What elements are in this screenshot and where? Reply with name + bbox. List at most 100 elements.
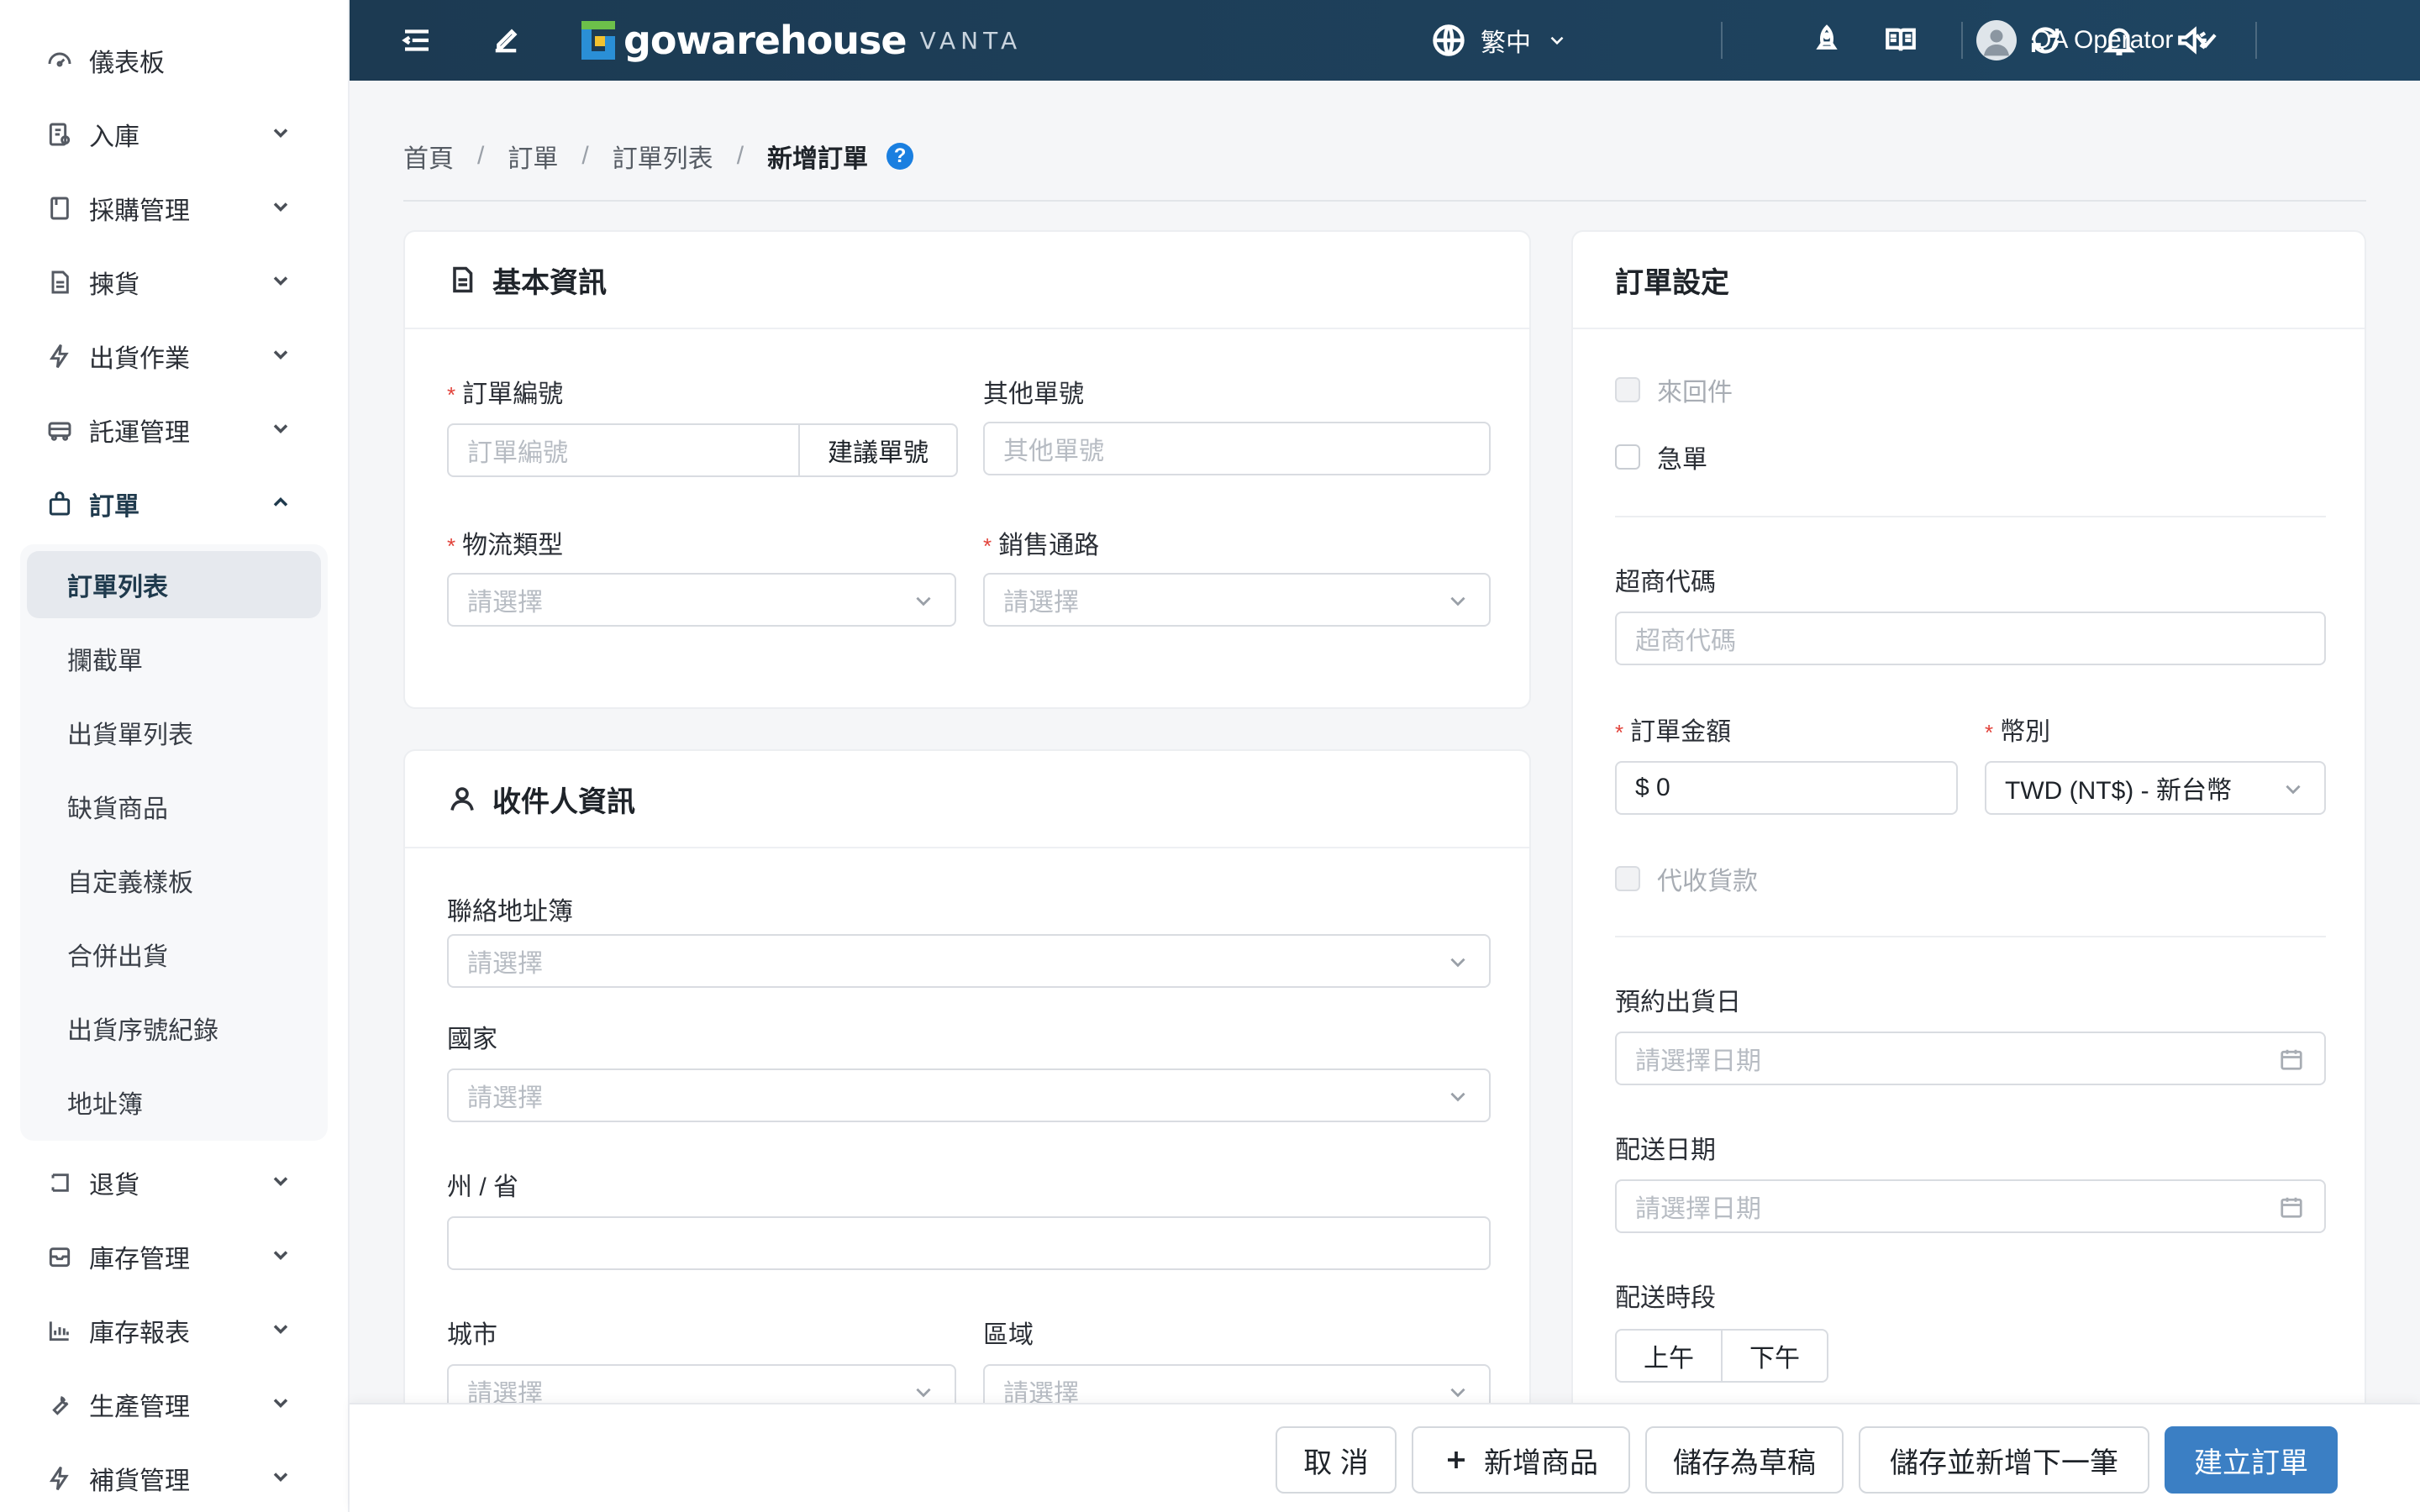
round-trip-checkbox[interactable]: 來回件 <box>1615 371 1733 408</box>
currency-select[interactable]: TWD (NT$) - 新台幣 <box>1985 761 2326 815</box>
sidebar-item-purchase[interactable]: 採購管理 <box>0 171 348 245</box>
chevron-down-icon <box>2282 778 2306 801</box>
save-draft-button[interactable]: 儲存為草稿 <box>1645 1426 1844 1494</box>
submenu-item-shipment-list[interactable]: 出貨單列表 <box>27 699 321 766</box>
chevron-down-icon <box>269 417 294 442</box>
topbar-divider <box>1961 22 1963 59</box>
topbar-divider <box>2255 22 2257 59</box>
store-code-input[interactable]: 超商代碼 <box>1615 612 2326 665</box>
recipient-info-header: 收件人資訊 <box>405 751 1529 848</box>
ship-date-label: 預約出貨日 <box>1615 989 1741 1016</box>
checkbox-box <box>1615 377 1640 402</box>
submenu-item-label: 缺貨商品 <box>67 795 168 823</box>
sidebar-item-consignment[interactable]: 託運管理 <box>0 393 348 467</box>
language-selector[interactable]: 繁中 <box>1430 20 1568 60</box>
breadcrumb-orders[interactable]: 訂單 <box>508 138 558 175</box>
sidebar-item-shipping[interactable]: 出貨作業 <box>0 319 348 393</box>
district-label: 區域 <box>983 1321 1034 1349</box>
sidebar-item-label: 儀表板 <box>89 50 165 77</box>
save-and-new-button[interactable]: 儲存並新增下一筆 <box>1859 1426 2149 1494</box>
address-book-placeholder: 請選擇 <box>467 950 543 978</box>
address-book-select[interactable]: 請選擇 <box>447 934 1491 988</box>
sales-channel-select[interactable]: 請選擇 <box>983 573 1491 627</box>
sidebar-item-picking[interactable]: 揀貨 <box>0 245 348 319</box>
sidebar-item-label: 退貨 <box>89 1172 139 1200</box>
chevron-down-icon <box>2195 34 2217 49</box>
state-input[interactable] <box>447 1216 1491 1270</box>
logistics-type-placeholder: 請選擇 <box>467 589 543 617</box>
user-name: QA Operator <box>2032 26 2174 54</box>
delivery-date-placeholder: 請選擇日期 <box>1635 1195 1761 1223</box>
rocket-icon[interactable] <box>1807 20 1847 60</box>
footer-action-bar: 取 消 新增商品 儲存為草稿 儲存並新增下一筆 建立訂單 <box>350 1403 2420 1512</box>
breadcrumb-separator: / <box>736 142 744 170</box>
edit-icon[interactable] <box>486 20 526 60</box>
submenu-item-out-of-stock[interactable]: 缺貨商品 <box>27 773 321 840</box>
submenu-item-custom-template[interactable]: 自定義樣板 <box>27 847 321 914</box>
chevron-down-icon <box>913 590 936 613</box>
ship-date-picker[interactable]: 請選擇日期 <box>1615 1032 2326 1085</box>
help-icon[interactable]: ? <box>886 143 914 170</box>
other-no-placeholder: 其他單號 <box>1003 438 1104 465</box>
book-icon[interactable] <box>1881 20 1921 60</box>
submenu-item-address-book[interactable]: 地址簿 <box>27 1068 321 1136</box>
logistics-type-select[interactable]: 請選擇 <box>447 573 956 627</box>
bag-icon <box>45 490 74 518</box>
breadcrumb-home[interactable]: 首頁 <box>403 138 454 175</box>
language-label: 繁中 <box>1481 29 1531 57</box>
sidebar-item-production[interactable]: 生產管理 <box>0 1368 348 1441</box>
submenu-item-label: 地址簿 <box>67 1091 143 1119</box>
sidebar-item-returns[interactable]: 退貨 <box>0 1146 348 1220</box>
avatar <box>1976 20 2017 60</box>
topbar: gowarehouse VANTA 繁中 QA Operator <box>350 0 2420 81</box>
sidebar-item-label: 出貨作業 <box>89 345 190 373</box>
breadcrumb-order-list[interactable]: 訂單列表 <box>613 138 713 175</box>
sidebar-item-orders[interactable]: 訂單 <box>0 467 348 541</box>
country-select[interactable]: 請選擇 <box>447 1068 1491 1122</box>
chevron-down-icon <box>1447 1381 1470 1404</box>
chevron-down-icon <box>269 1465 294 1490</box>
sidebar-item-replenishment[interactable]: 補貨管理 <box>0 1441 348 1512</box>
checkbox-box <box>1615 444 1640 470</box>
chevron-down-icon <box>269 1243 294 1268</box>
lightning-icon <box>45 342 74 370</box>
add-product-button[interactable]: 新增商品 <box>1412 1426 1630 1494</box>
sidebar-item-dashboard[interactable]: 儀表板 <box>0 24 348 97</box>
create-order-button[interactable]: 建立訂單 <box>2165 1426 2338 1494</box>
time-slot-am[interactable]: 上午 <box>1615 1329 1723 1383</box>
submenu-item-merge-shipment[interactable]: 合併出貨 <box>27 921 321 988</box>
ship-date-placeholder: 請選擇日期 <box>1635 1047 1761 1075</box>
add-product-label: 新增商品 <box>1484 1446 1598 1479</box>
recipient-info-card: 收件人資訊 聯絡地址簿 請選擇 國家 請選擇 州 / 省 城市 請選擇 區域 請… <box>403 749 1531 1421</box>
user-menu[interactable]: QA Operator <box>1976 17 2222 64</box>
cancel-button[interactable]: 取 消 <box>1276 1426 1397 1494</box>
order-amount-label: * 訂單金額 <box>1615 718 1732 746</box>
logo-text: gowarehouse <box>623 18 908 63</box>
create-order-label: 建立訂單 <box>2194 1446 2308 1479</box>
order-no-placeholder: 訂單編號 <box>467 439 568 467</box>
other-no-input[interactable]: 其他單號 <box>983 422 1491 475</box>
submenu-item-serial-record[interactable]: 出貨序號紀錄 <box>27 995 321 1062</box>
cod-checkbox[interactable]: 代收貨款 <box>1615 860 1758 897</box>
sidebar-item-inventory-report[interactable]: 庫存報表 <box>0 1294 348 1368</box>
order-no-label: * 訂單編號 <box>447 381 564 408</box>
cod-label: 代收貨款 <box>1657 868 1758 895</box>
checkbox-box <box>1615 866 1640 891</box>
order-amount-input[interactable]: $ 0 <box>1615 761 1958 815</box>
globe-icon <box>1433 24 1465 56</box>
order-no-input[interactable]: 訂單編號 <box>447 423 800 477</box>
order-settings-title: 訂單設定 <box>1615 266 1729 299</box>
delivery-date-picker[interactable]: 請選擇日期 <box>1615 1179 2326 1233</box>
submenu-item-order-list[interactable]: 訂單列表 <box>27 551 321 618</box>
urgent-checkbox[interactable]: 急單 <box>1615 438 1707 475</box>
sidebar-item-inbound[interactable]: 入庫 <box>0 97 348 171</box>
time-slot-pm[interactable]: 下午 <box>1721 1329 1828 1383</box>
submenu-item-intercept[interactable]: 攔截單 <box>27 625 321 692</box>
submenu-item-label: 出貨單列表 <box>67 722 193 749</box>
inventory-icon <box>45 1242 74 1271</box>
suggest-order-no-button[interactable]: 建議單號 <box>798 423 958 477</box>
menu-toggle-icon[interactable] <box>397 20 437 60</box>
sidebar-item-inventory[interactable]: 庫存管理 <box>0 1220 348 1294</box>
logo-mark-icon <box>581 21 615 60</box>
recipient-info-title: 收件人資訊 <box>492 785 635 818</box>
